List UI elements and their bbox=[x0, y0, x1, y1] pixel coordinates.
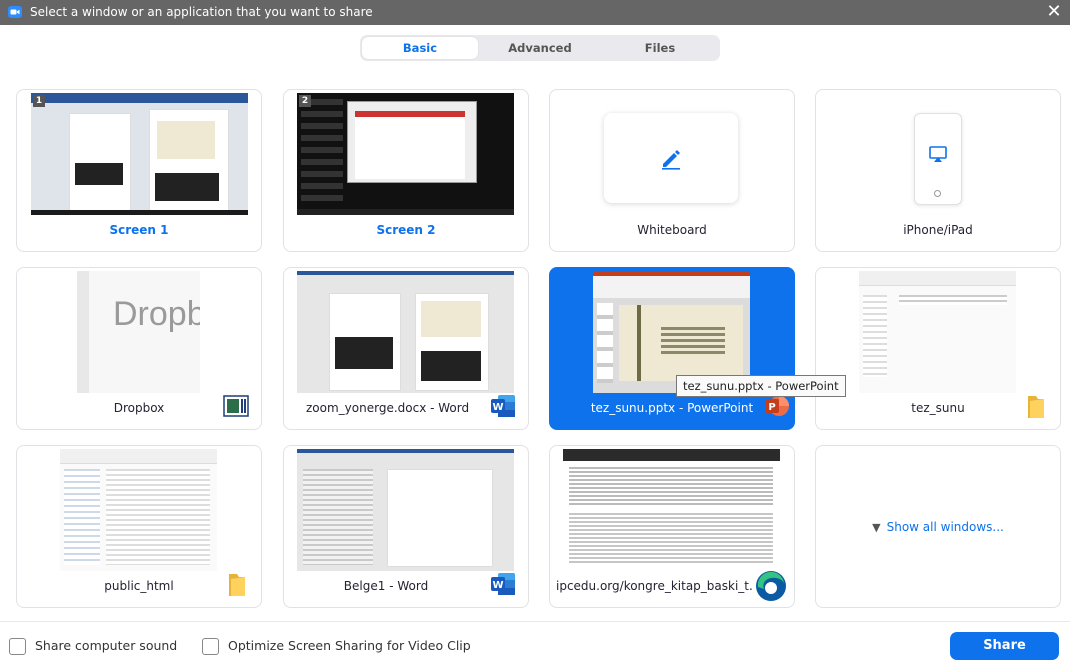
screen-2-label: Screen 2 bbox=[376, 223, 436, 237]
dropbox-thumbnail: Dropb bbox=[77, 271, 200, 393]
dropbox-app-icon bbox=[223, 395, 249, 417]
share-card-dropbox[interactable]: Dropb Dropbox bbox=[16, 267, 262, 430]
svg-text:W: W bbox=[492, 580, 503, 591]
optimize-video-checkbox[interactable] bbox=[202, 638, 219, 655]
chevron-down-icon: ▼ bbox=[872, 521, 881, 534]
belge1-thumbnail bbox=[297, 449, 514, 571]
iphone-ipad-label: iPhone/iPad bbox=[903, 223, 973, 237]
show-all-windows-label: Show all windows... bbox=[886, 520, 1004, 534]
share-card-iphone-ipad[interactable]: iPhone/iPad bbox=[815, 89, 1061, 252]
screen-number-badge: 2 bbox=[299, 95, 311, 107]
window-title: Select a window or an application that y… bbox=[30, 5, 373, 19]
svg-text:W: W bbox=[492, 402, 503, 413]
zoom-yonerge-label: zoom_yonerge.docx - Word bbox=[306, 401, 470, 415]
whiteboard-thumbnail bbox=[604, 113, 738, 203]
belge1-label: Belge1 - Word bbox=[343, 579, 429, 593]
tez-sunu-folder-thumbnail bbox=[859, 271, 1016, 393]
dropbox-thumb-text: Dropb bbox=[113, 295, 200, 333]
zoom-yonerge-thumbnail bbox=[297, 271, 514, 393]
word-icon: W bbox=[491, 395, 515, 417]
tab-basic[interactable]: Basic bbox=[362, 37, 478, 59]
tooltip: tez_sunu.pptx - PowerPoint bbox=[676, 375, 846, 397]
zoom-logo-icon bbox=[8, 6, 22, 18]
share-card-screen-1[interactable]: 1 Screen 1 bbox=[16, 89, 262, 252]
share-button[interactable]: Share bbox=[950, 632, 1059, 660]
screen-number-badge: 1 bbox=[33, 95, 45, 107]
pencil-icon bbox=[662, 150, 680, 170]
tab-files[interactable]: Files bbox=[602, 37, 718, 59]
ipcedu-label: ipcedu.org/kongre_kitap_baski_t... bbox=[556, 579, 754, 593]
folder-icon bbox=[1028, 396, 1044, 418]
home-button-icon bbox=[934, 190, 941, 197]
show-all-windows-link[interactable]: ▼ Show all windows... bbox=[816, 520, 1060, 534]
share-card-screen-2[interactable]: 2 Screen 2 bbox=[283, 89, 529, 252]
close-icon[interactable]: ✕ bbox=[1044, 1, 1064, 23]
share-computer-sound-checkbox[interactable] bbox=[9, 638, 26, 655]
screen-2-thumbnail: 2 bbox=[297, 93, 514, 215]
screen-1-label: Screen 1 bbox=[109, 223, 169, 237]
share-card-public-html[interactable]: public_html bbox=[16, 445, 262, 608]
ipcedu-thumbnail bbox=[563, 449, 780, 571]
footer-divider bbox=[0, 621, 1070, 622]
edge-icon bbox=[756, 571, 786, 601]
share-computer-sound-label: Share computer sound bbox=[35, 638, 178, 653]
public-html-thumbnail bbox=[60, 449, 217, 571]
share-card-whiteboard[interactable]: Whiteboard bbox=[549, 89, 795, 252]
screen-1-thumbnail: 1 bbox=[31, 93, 248, 215]
share-card-zoom-yonerge-word[interactable]: zoom_yonerge.docx - Word W bbox=[283, 267, 529, 430]
share-card-tez-sunu-folder[interactable]: tez_sunu bbox=[815, 267, 1061, 430]
whiteboard-label: Whiteboard bbox=[637, 223, 707, 237]
share-tabs: Basic Advanced Files bbox=[360, 35, 720, 61]
iphone-thumbnail bbox=[914, 113, 962, 205]
optimize-video-label: Optimize Screen Sharing for Video Clip bbox=[228, 638, 471, 653]
airplay-icon bbox=[929, 146, 947, 162]
svg-text:P: P bbox=[768, 402, 775, 413]
title-bar: Select a window or an application that y… bbox=[0, 0, 1070, 25]
share-card-ipcedu-edge[interactable]: ipcedu.org/kongre_kitap_baski_t... bbox=[549, 445, 795, 608]
tab-advanced[interactable]: Advanced bbox=[482, 37, 598, 59]
folder-icon bbox=[229, 574, 245, 596]
share-card-belge1-word[interactable]: Belge1 - Word W bbox=[283, 445, 529, 608]
share-card-show-all-windows[interactable]: ▼ Show all windows... bbox=[815, 445, 1061, 608]
word-icon: W bbox=[491, 573, 515, 595]
share-card-tez-sunu-powerpoint[interactable]: tez_sunu.pptx - PowerPoint P bbox=[549, 267, 795, 430]
tez-sunu-pptx-label: tez_sunu.pptx - PowerPoint bbox=[590, 401, 754, 415]
